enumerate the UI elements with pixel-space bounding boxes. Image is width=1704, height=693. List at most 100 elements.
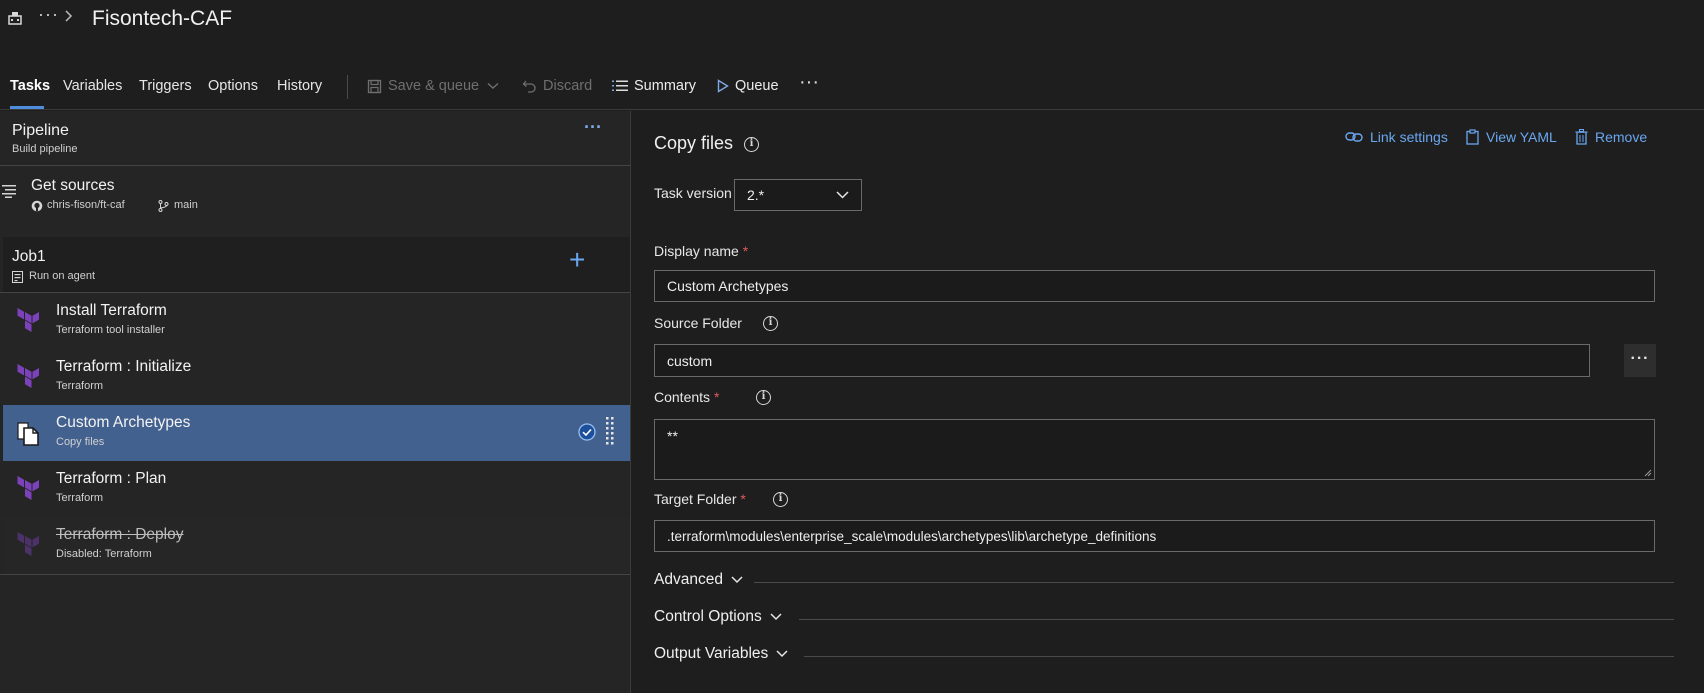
link-icon [1345,132,1363,142]
task-row-terraform-plan[interactable]: Terraform : Plan Terraform [3,461,630,517]
job-subtitle: Run on agent [29,270,96,282]
control-options-section[interactable]: Control Options [654,608,1674,630]
task-subtitle: Disabled: Terraform [56,548,152,560]
tab-tasks[interactable]: Tasks [10,78,50,94]
target-folder-field[interactable]: .terraform\modules\enterprise_scale\modu… [654,520,1655,552]
chevron-down-icon [487,82,499,89]
display-name-field[interactable]: Custom Archetypes [654,270,1655,302]
task-subtitle: Terraform tool installer [56,324,165,336]
toolbar-more-button[interactable]: ··· [799,71,819,94]
contents-label: Contents * [654,389,720,405]
section-divider [804,656,1674,657]
pipeline-more-button[interactable]: ··· [584,117,602,138]
link-settings-label: Link settings [1370,129,1448,145]
copy-files-icon [15,419,43,447]
trash-icon [1575,129,1588,145]
advanced-section[interactable]: Advanced [654,571,1674,593]
output-variables-section[interactable]: Output Variables [654,645,1674,667]
task-row-terraform-deploy[interactable]: Terraform : Deploy Disabled: Terraform [3,517,630,573]
chevron-down-icon [776,650,788,658]
chevron-down-icon [836,191,849,199]
terraform-icon [15,531,43,559]
toolbar: Tasks Variables Triggers Options History… [0,66,1704,110]
get-sources-title: Get sources [31,177,115,194]
task-subtitle: Copy files [56,436,105,448]
summary-label: Summary [634,78,697,94]
info-icon[interactable]: i [773,492,788,507]
remove-button[interactable]: Remove [1575,129,1647,145]
header-bar: ··· Fisontech-CAF [0,0,1704,44]
branch-icon [158,199,169,215]
queue-button[interactable]: Queue [717,78,779,94]
discard-label: Discard [543,78,593,94]
required-mark: * [742,243,749,259]
add-task-button[interactable]: + [569,244,585,276]
section-divider [799,619,1674,620]
task-title: Install Terraform [56,302,167,319]
contents-textarea[interactable]: ** [654,419,1655,480]
page-title: Fisontech-CAF [92,7,233,30]
check-circle-icon[interactable] [578,423,596,444]
task-title: Terraform : Initialize [56,358,192,375]
save-queue-label: Save & queue [388,78,480,94]
link-settings-button[interactable]: Link settings [1345,129,1448,145]
save-queue-button[interactable]: Save & queue [367,78,499,94]
target-folder-label: Target Folder * [654,491,746,507]
task-row-terraform-initialize[interactable]: Terraform : Initialize Terraform [3,349,630,405]
discard-button[interactable]: Discard [522,78,592,94]
tab-variables[interactable]: Variables [63,78,122,94]
queue-label: Queue [735,78,779,94]
info-icon[interactable]: i [756,390,771,405]
output-variables-header: Output Variables [654,645,788,663]
task-detail-panel: Copy files i Link settings View YAML Rem… [631,111,1704,693]
chevron-down-icon [770,613,782,621]
task-version-value: 2.* [747,187,765,203]
task-version-select[interactable]: 2.* [734,179,862,211]
control-options-header: Control Options [654,608,782,626]
task-title: Terraform : Deploy [56,526,184,543]
task-row-custom-archetypes[interactable]: Custom Archetypes Copy files [3,405,630,461]
pipeline-section[interactable]: Pipeline Build pipeline ··· [0,111,630,166]
breadcrumb-more-button[interactable]: ··· [38,4,59,25]
branch-name: main [174,199,198,211]
resize-grip-icon[interactable] [1644,469,1652,477]
required-mark: * [740,491,746,507]
terraform-icon [15,475,43,503]
detail-title: Copy files [654,133,734,153]
info-icon[interactable]: i [744,137,759,152]
summary-button[interactable]: Summary [612,78,696,94]
active-tab-indicator [10,106,44,109]
repo-name: chris-fison/ft-caf [47,199,125,211]
job-title: Job1 [12,248,46,265]
source-folder-label: Source Folder [654,315,742,331]
agent-icon [12,270,23,286]
view-yaml-button[interactable]: View YAML [1466,129,1557,145]
browse-button[interactable]: ··· [1624,344,1656,377]
tab-triggers[interactable]: Triggers [139,78,192,94]
get-sources-icon [2,184,18,201]
task-row-install-terraform[interactable]: Install Terraform Terraform tool install… [3,293,630,349]
pipeline-icon[interactable] [7,10,23,26]
contents-value: ** [667,428,678,444]
pipeline-subtitle: Build pipeline [12,143,78,155]
source-folder-field[interactable]: custom [654,344,1590,377]
view-yaml-label: View YAML [1486,129,1557,145]
job-row[interactable]: Job1 Run on agent + [3,237,630,292]
save-icon [367,79,382,93]
info-icon[interactable]: i [763,316,778,331]
task-title: Custom Archetypes [56,414,191,431]
get-sources-row[interactable]: Get sources chris-fison/ft-caf main [0,166,630,228]
list-icon [612,80,628,91]
task-subtitle: Terraform [56,380,104,392]
play-icon [717,79,729,93]
clipboard-icon [1466,129,1479,145]
pipeline-title: Pipeline [12,122,69,139]
drag-handle-icon[interactable] [606,417,614,450]
tab-history[interactable]: History [277,78,322,94]
chevron-down-icon [731,576,743,584]
section-divider [754,582,1674,583]
pipeline-task-list: Pipeline Build pipeline ··· Get sources … [0,111,630,693]
chevron-right-icon [64,9,74,23]
tab-options[interactable]: Options [208,78,258,94]
task-title: Terraform : Plan [56,470,167,487]
